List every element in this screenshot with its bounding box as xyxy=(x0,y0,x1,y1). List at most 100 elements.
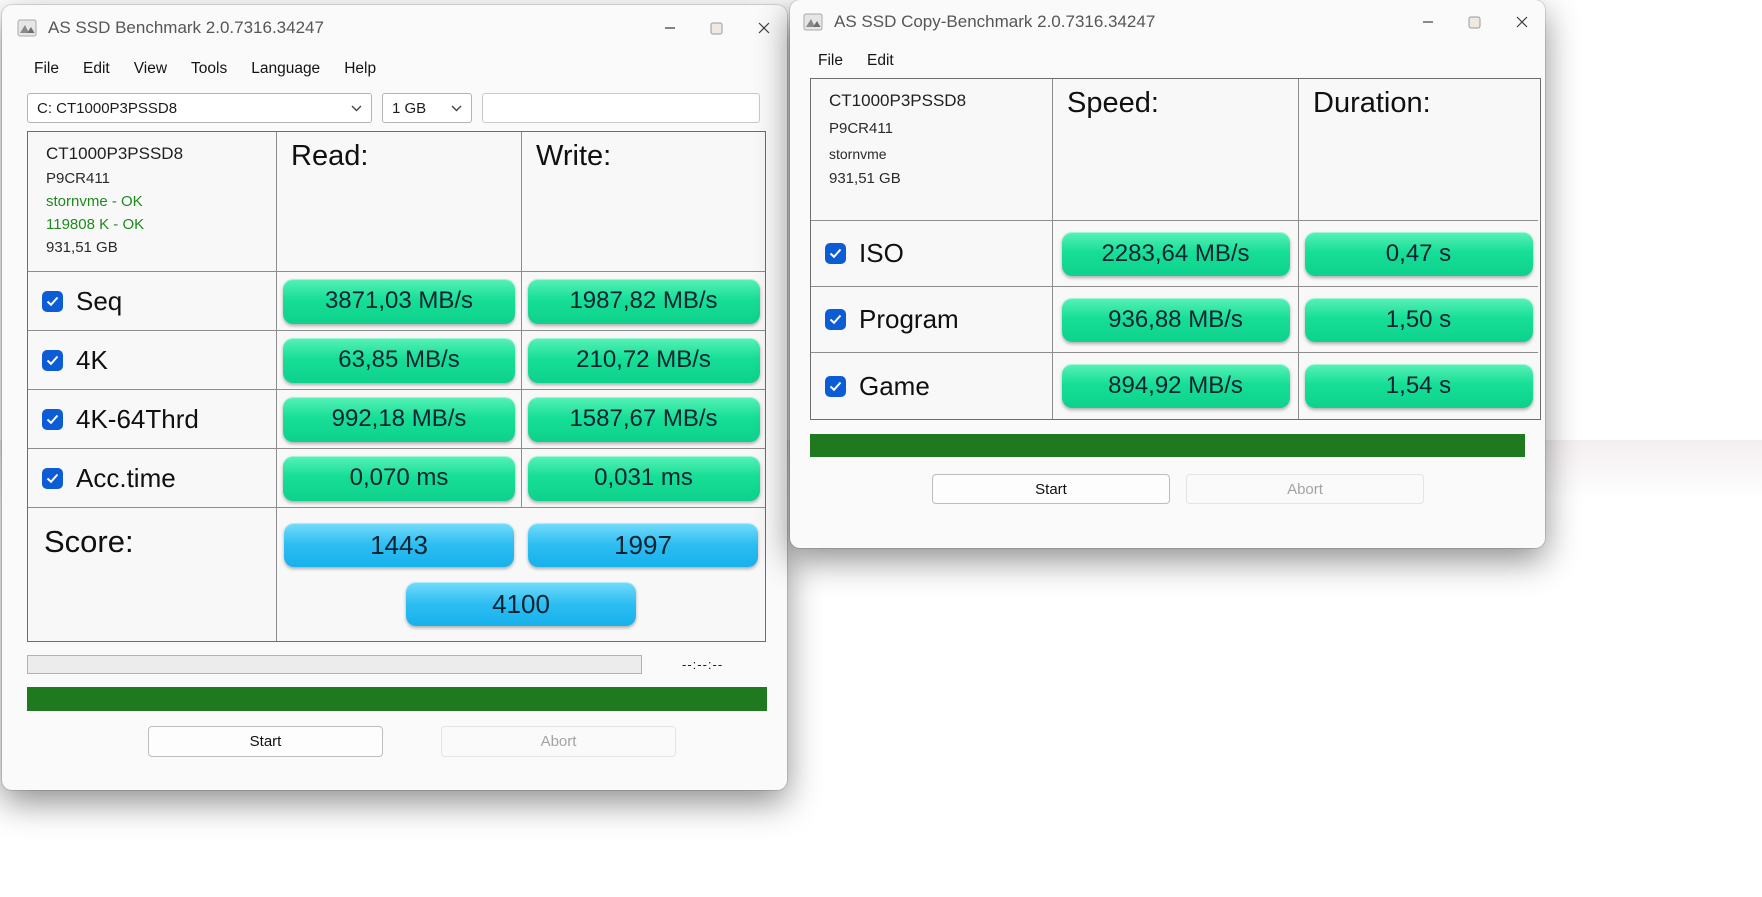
device-firmware: P9CR411 xyxy=(46,170,110,187)
4k-read-value: 63,85 MB/s xyxy=(283,337,515,383)
device-driver: stornvme xyxy=(829,146,887,162)
row-game: Game xyxy=(811,353,1053,419)
score-area: 1443 1997 4100 xyxy=(277,508,765,641)
menu-language[interactable]: Language xyxy=(239,56,332,82)
menu-help[interactable]: Help xyxy=(332,56,388,82)
copy-menubar: File Edit xyxy=(790,44,1545,78)
menu-file[interactable]: File xyxy=(806,48,855,74)
benchmark-buttons: Start Abort xyxy=(2,726,787,757)
row-acctime-label: Acc.time xyxy=(76,462,176,493)
window-title: AS SSD Copy-Benchmark 2.0.7316.34247 xyxy=(834,12,1156,31)
device-info: CT1000P3PSSD8 P9CR411 stornvme - OK 1198… xyxy=(28,132,277,272)
program-duration-cell: 1,50 s xyxy=(1299,287,1538,353)
menu-edit[interactable]: Edit xyxy=(71,56,122,82)
program-speed-cell: 936,88 MB/s xyxy=(1053,287,1299,353)
maximize-icon[interactable] xyxy=(693,5,740,51)
iso-duration-value: 0,47 s xyxy=(1304,231,1533,276)
start-button[interactable]: Start xyxy=(148,726,383,757)
menu-edit[interactable]: Edit xyxy=(855,48,906,74)
menu-view[interactable]: View xyxy=(122,56,179,82)
4k-checkbox[interactable] xyxy=(42,349,63,371)
write-score-value: 1997 xyxy=(528,523,758,567)
seq-write-cell: 1987,82 MB/s xyxy=(522,272,765,331)
drive-select[interactable]: C: CT1000P3PSSD8 xyxy=(27,93,372,123)
game-duration-value: 1,54 s xyxy=(1304,364,1533,408)
duration-column-header: Duration: xyxy=(1299,79,1538,221)
acctime-write-value: 0,031 ms xyxy=(527,455,760,501)
close-icon[interactable] xyxy=(740,5,787,51)
chevron-down-icon xyxy=(451,105,462,112)
overall-progress-bar xyxy=(810,434,1525,457)
acctime-read-cell: 0,070 ms xyxy=(277,449,522,508)
row-program: Program xyxy=(811,287,1053,353)
game-duration-cell: 1,54 s xyxy=(1299,353,1538,419)
iso-checkbox[interactable] xyxy=(825,243,846,264)
total-score-value: 4100 xyxy=(406,582,636,626)
row-iso-label: ISO xyxy=(859,238,904,268)
maximize-icon[interactable] xyxy=(1451,0,1498,44)
test-size-value: 1 GB xyxy=(392,99,427,117)
chevron-down-icon xyxy=(351,105,362,112)
4k64-read-cell: 992,18 MB/s xyxy=(277,390,522,449)
row-acctime: Acc.time xyxy=(28,449,277,508)
4k64-checkbox[interactable] xyxy=(42,408,63,430)
iso-duration-cell: 0,47 s xyxy=(1299,221,1538,287)
device-capacity: 931,51 GB xyxy=(829,170,901,187)
device-model: CT1000P3PSSD8 xyxy=(46,144,184,163)
desktop-wallpaper: AS SSD Benchmark 2.0.7316.34247 File Edi… xyxy=(0,0,1762,897)
row-seq: Seq xyxy=(28,272,277,331)
speed-column-header: Speed: xyxy=(1053,79,1299,221)
device-model: CT1000P3PSSD8 xyxy=(829,91,967,110)
program-checkbox[interactable] xyxy=(825,309,846,330)
acctime-checkbox[interactable] xyxy=(42,467,63,489)
game-speed-value: 894,92 MB/s xyxy=(1061,364,1290,408)
device-info: CT1000P3PSSD8 P9CR411 stornvme 931,51 GB xyxy=(811,79,1053,221)
write-column-header: Write: xyxy=(522,132,765,272)
row-4k64: 4K-64Thrd xyxy=(28,390,277,449)
iso-speed-value: 2283,64 MB/s xyxy=(1061,231,1290,276)
acctime-write-cell: 0,031 ms xyxy=(522,449,765,508)
read-score-value: 1443 xyxy=(284,523,514,567)
copy-benchmark-window: AS SSD Copy-Benchmark 2.0.7316.34247 Fil… xyxy=(790,0,1545,548)
row-iso: ISO xyxy=(811,221,1053,287)
benchmark-menubar: File Edit View Tools Language Help xyxy=(2,51,787,87)
progress-row: --:--:-- xyxy=(27,655,787,674)
score-label: Score: xyxy=(28,508,277,641)
app-icon xyxy=(16,17,38,39)
elapsed-time: --:--:-- xyxy=(682,657,724,672)
close-icon[interactable] xyxy=(1498,0,1545,44)
4k-write-cell: 210,72 MB/s xyxy=(522,331,765,390)
row-4k64-label: 4K-64Thrd xyxy=(76,403,199,434)
copy-benchmark-table: CT1000P3PSSD8 P9CR411 stornvme 931,51 GB… xyxy=(810,78,1541,420)
seq-checkbox[interactable] xyxy=(42,290,63,312)
minimize-icon[interactable] xyxy=(646,5,693,51)
row-seq-label: Seq xyxy=(76,285,123,316)
start-button[interactable]: Start xyxy=(932,474,1170,504)
program-speed-value: 936,88 MB/s xyxy=(1061,297,1290,342)
device-capacity: 931,51 GB xyxy=(46,239,118,256)
test-size-select[interactable]: 1 GB xyxy=(382,93,472,123)
abort-button[interactable]: Abort xyxy=(441,726,676,757)
acctime-read-value: 0,070 ms xyxy=(283,455,515,501)
copy-buttons: Start Abort xyxy=(790,474,1545,504)
copy-titlebar: AS SSD Copy-Benchmark 2.0.7316.34247 xyxy=(790,0,1545,44)
benchmark-window: AS SSD Benchmark 2.0.7316.34247 File Edi… xyxy=(2,5,787,790)
minimize-icon[interactable] xyxy=(1404,0,1451,44)
4k64-write-cell: 1587,67 MB/s xyxy=(522,390,765,449)
app-icon xyxy=(802,11,824,33)
row-program-label: Program xyxy=(859,304,959,334)
menu-file[interactable]: File xyxy=(22,56,71,82)
seq-read-cell: 3871,03 MB/s xyxy=(277,272,522,331)
row-4k-label: 4K xyxy=(76,344,108,375)
comment-input[interactable] xyxy=(482,93,760,123)
4k-read-cell: 63,85 MB/s xyxy=(277,331,522,390)
menu-tools[interactable]: Tools xyxy=(179,56,239,82)
device-firmware: P9CR411 xyxy=(829,120,893,137)
game-checkbox[interactable] xyxy=(825,375,846,397)
seq-read-value: 3871,03 MB/s xyxy=(283,278,515,324)
4k64-write-value: 1587,67 MB/s xyxy=(527,396,760,442)
abort-button[interactable]: Abort xyxy=(1186,474,1424,504)
overall-progress-bar xyxy=(27,687,767,711)
benchmark-titlebar: AS SSD Benchmark 2.0.7316.34247 xyxy=(2,5,787,51)
window-controls xyxy=(646,5,787,51)
